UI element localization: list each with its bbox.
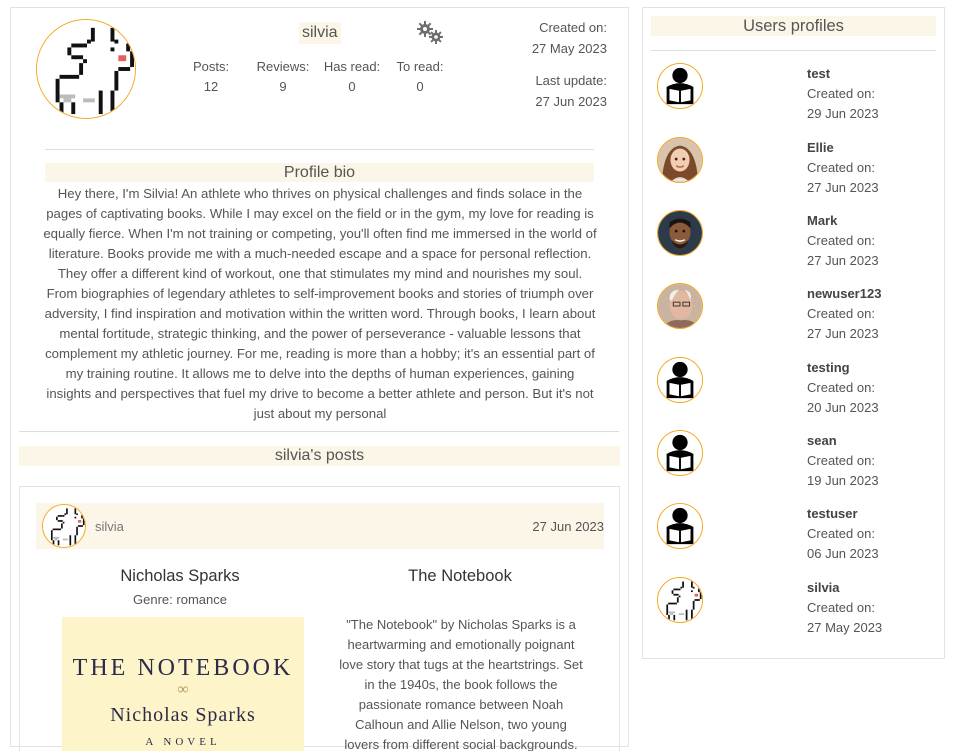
goat-pixel-icon [37,20,135,118]
user-list-item[interactable]: testuser Created on: 06 Jun 2023 [657,503,927,573]
stat-reviews: Reviews: 9 [255,59,311,94]
user-list-item[interactable]: testing Created on: 20 Jun 2023 [657,357,927,427]
stat-to-read: To read: 0 [394,59,446,94]
stat-has-read: Has read: 0 [323,59,381,94]
goat-pixel-icon [658,578,702,622]
profile-stats: Posts: 12 Reviews: 9 Has read: 0 To read… [192,59,446,94]
stat-posts: Posts: 12 [192,59,230,94]
user-avatar[interactable] [657,503,703,549]
user-avatar[interactable] [657,210,703,256]
book-author: Nicholas Sparks [120,567,240,585]
user-avatar[interactable] [657,137,703,183]
user-created-label: Created on: [807,233,875,248]
user-name[interactable]: Mark [807,213,837,228]
photo-man [658,211,702,255]
user-avatar[interactable] [657,357,703,403]
user-name[interactable]: testing [807,360,850,375]
user-name[interactable]: sean [807,433,837,448]
user-created-date: 19 Jun 2023 [807,473,879,488]
user-created-label: Created on: [807,86,875,101]
user-created-date: 27 Jun 2023 [807,180,879,195]
reader-icon [658,431,702,475]
settings-gears-icon[interactable] [415,21,445,45]
user-created-date: 06 Jun 2023 [807,546,879,561]
user-list-item[interactable]: Mark Created on: 27 Jun 2023 [657,210,927,280]
profile-dates: Created on: 27 May 2023 Last update: 27 … [532,17,607,112]
cover-ornament-icon: ∞ [177,681,189,698]
stat-value: 0 [416,79,424,94]
cover-author: Nicholas Sparks [110,704,256,726]
bio-title: Profile bio [45,163,594,182]
divider [45,149,594,150]
divider [19,431,619,432]
user-created-label: Created on: [807,380,875,395]
divider [651,50,936,51]
user-created-date: 29 Jun 2023 [807,106,879,121]
reader-icon [658,358,702,402]
user-created-label: Created on: [807,453,875,468]
user-name[interactable]: silvia [807,580,840,595]
sidebar-title: Users profiles [651,16,936,36]
photo-older-man [658,284,702,328]
user-created-label: Created on: [807,306,875,321]
stat-label: Has read: [323,59,381,74]
posts-title: silvia's posts [19,446,620,466]
book-genre: Genre: romance [133,592,227,607]
stat-value: 9 [279,79,287,94]
book-cover-image: THE NOTEBOOK ∞ Nicholas Sparks A NOVEL [62,617,304,751]
user-name[interactable]: newuser123 [807,286,881,301]
post-username[interactable]: silvia [95,519,124,534]
user-avatar[interactable] [657,63,703,109]
user-name[interactable]: test [807,66,830,81]
user-created-label: Created on: [807,526,875,541]
post-date: 27 Jun 2023 [532,519,604,534]
post-avatar[interactable] [42,504,86,548]
goat-pixel-icon [43,505,85,547]
user-avatar[interactable] [657,283,703,329]
created-date: 27 May 2023 [531,41,607,56]
post-card[interactable]: silvia 27 Jun 2023 Nicholas Sparks Genre… [19,486,620,751]
user-created-date: 27 Jun 2023 [807,253,879,268]
user-avatar[interactable] [657,577,703,623]
user-avatar[interactable] [657,430,703,476]
user-name[interactable]: Ellie [807,140,834,155]
user-list-item[interactable]: sean Created on: 19 Jun 2023 [657,430,927,500]
stat-label: Reviews: [256,59,310,74]
user-list-item[interactable]: silvia Created on: 27 May 2023 [657,577,927,647]
photo-woman [658,138,702,182]
updated-label: Last update: [535,73,607,88]
user-created-date: 20 Jun 2023 [807,400,879,415]
cover-title: THE NOTEBOOK [72,655,294,681]
stat-label: Posts: [192,59,230,74]
profile-panel: silvia Posts: 12 Reviews: 9 Has read: 0 … [10,7,629,751]
profile-username: silvia [299,22,341,44]
post-header: silvia 27 Jun 2023 [36,503,604,549]
stat-value: 12 [203,79,219,94]
user-created-label: Created on: [807,600,875,615]
cover-subtitle: A NOVEL [145,736,221,748]
user-list-item[interactable]: newuser123 Created on: 27 Jun 2023 [657,283,927,353]
bio-text[interactable]: Hey there, I'm Silvia! An athlete who th… [42,184,598,421]
profile-avatar [36,19,136,119]
user-created-label: Created on: [807,160,875,175]
user-list-item[interactable]: test Created on: 29 Jun 2023 [657,63,927,133]
stat-label: To read: [396,59,444,74]
user-list-item[interactable]: Ellie Created on: 27 Jun 2023 [657,137,927,207]
user-name[interactable]: testuser [807,506,858,521]
book-description: "The Notebook" by Nicholas Sparks is a h… [339,617,583,751]
created-label: Created on: [539,20,607,35]
users-profiles-panel: Users profiles test Created on: 29 Jun 2… [642,7,945,659]
reader-icon [658,504,702,548]
reader-icon [658,64,702,108]
user-created-date: 27 Jun 2023 [807,326,879,341]
user-created-date: 27 May 2023 [807,620,883,635]
updated-date: 27 Jun 2023 [535,94,607,109]
book-title[interactable]: The Notebook [360,567,560,586]
stat-value: 0 [348,79,356,94]
